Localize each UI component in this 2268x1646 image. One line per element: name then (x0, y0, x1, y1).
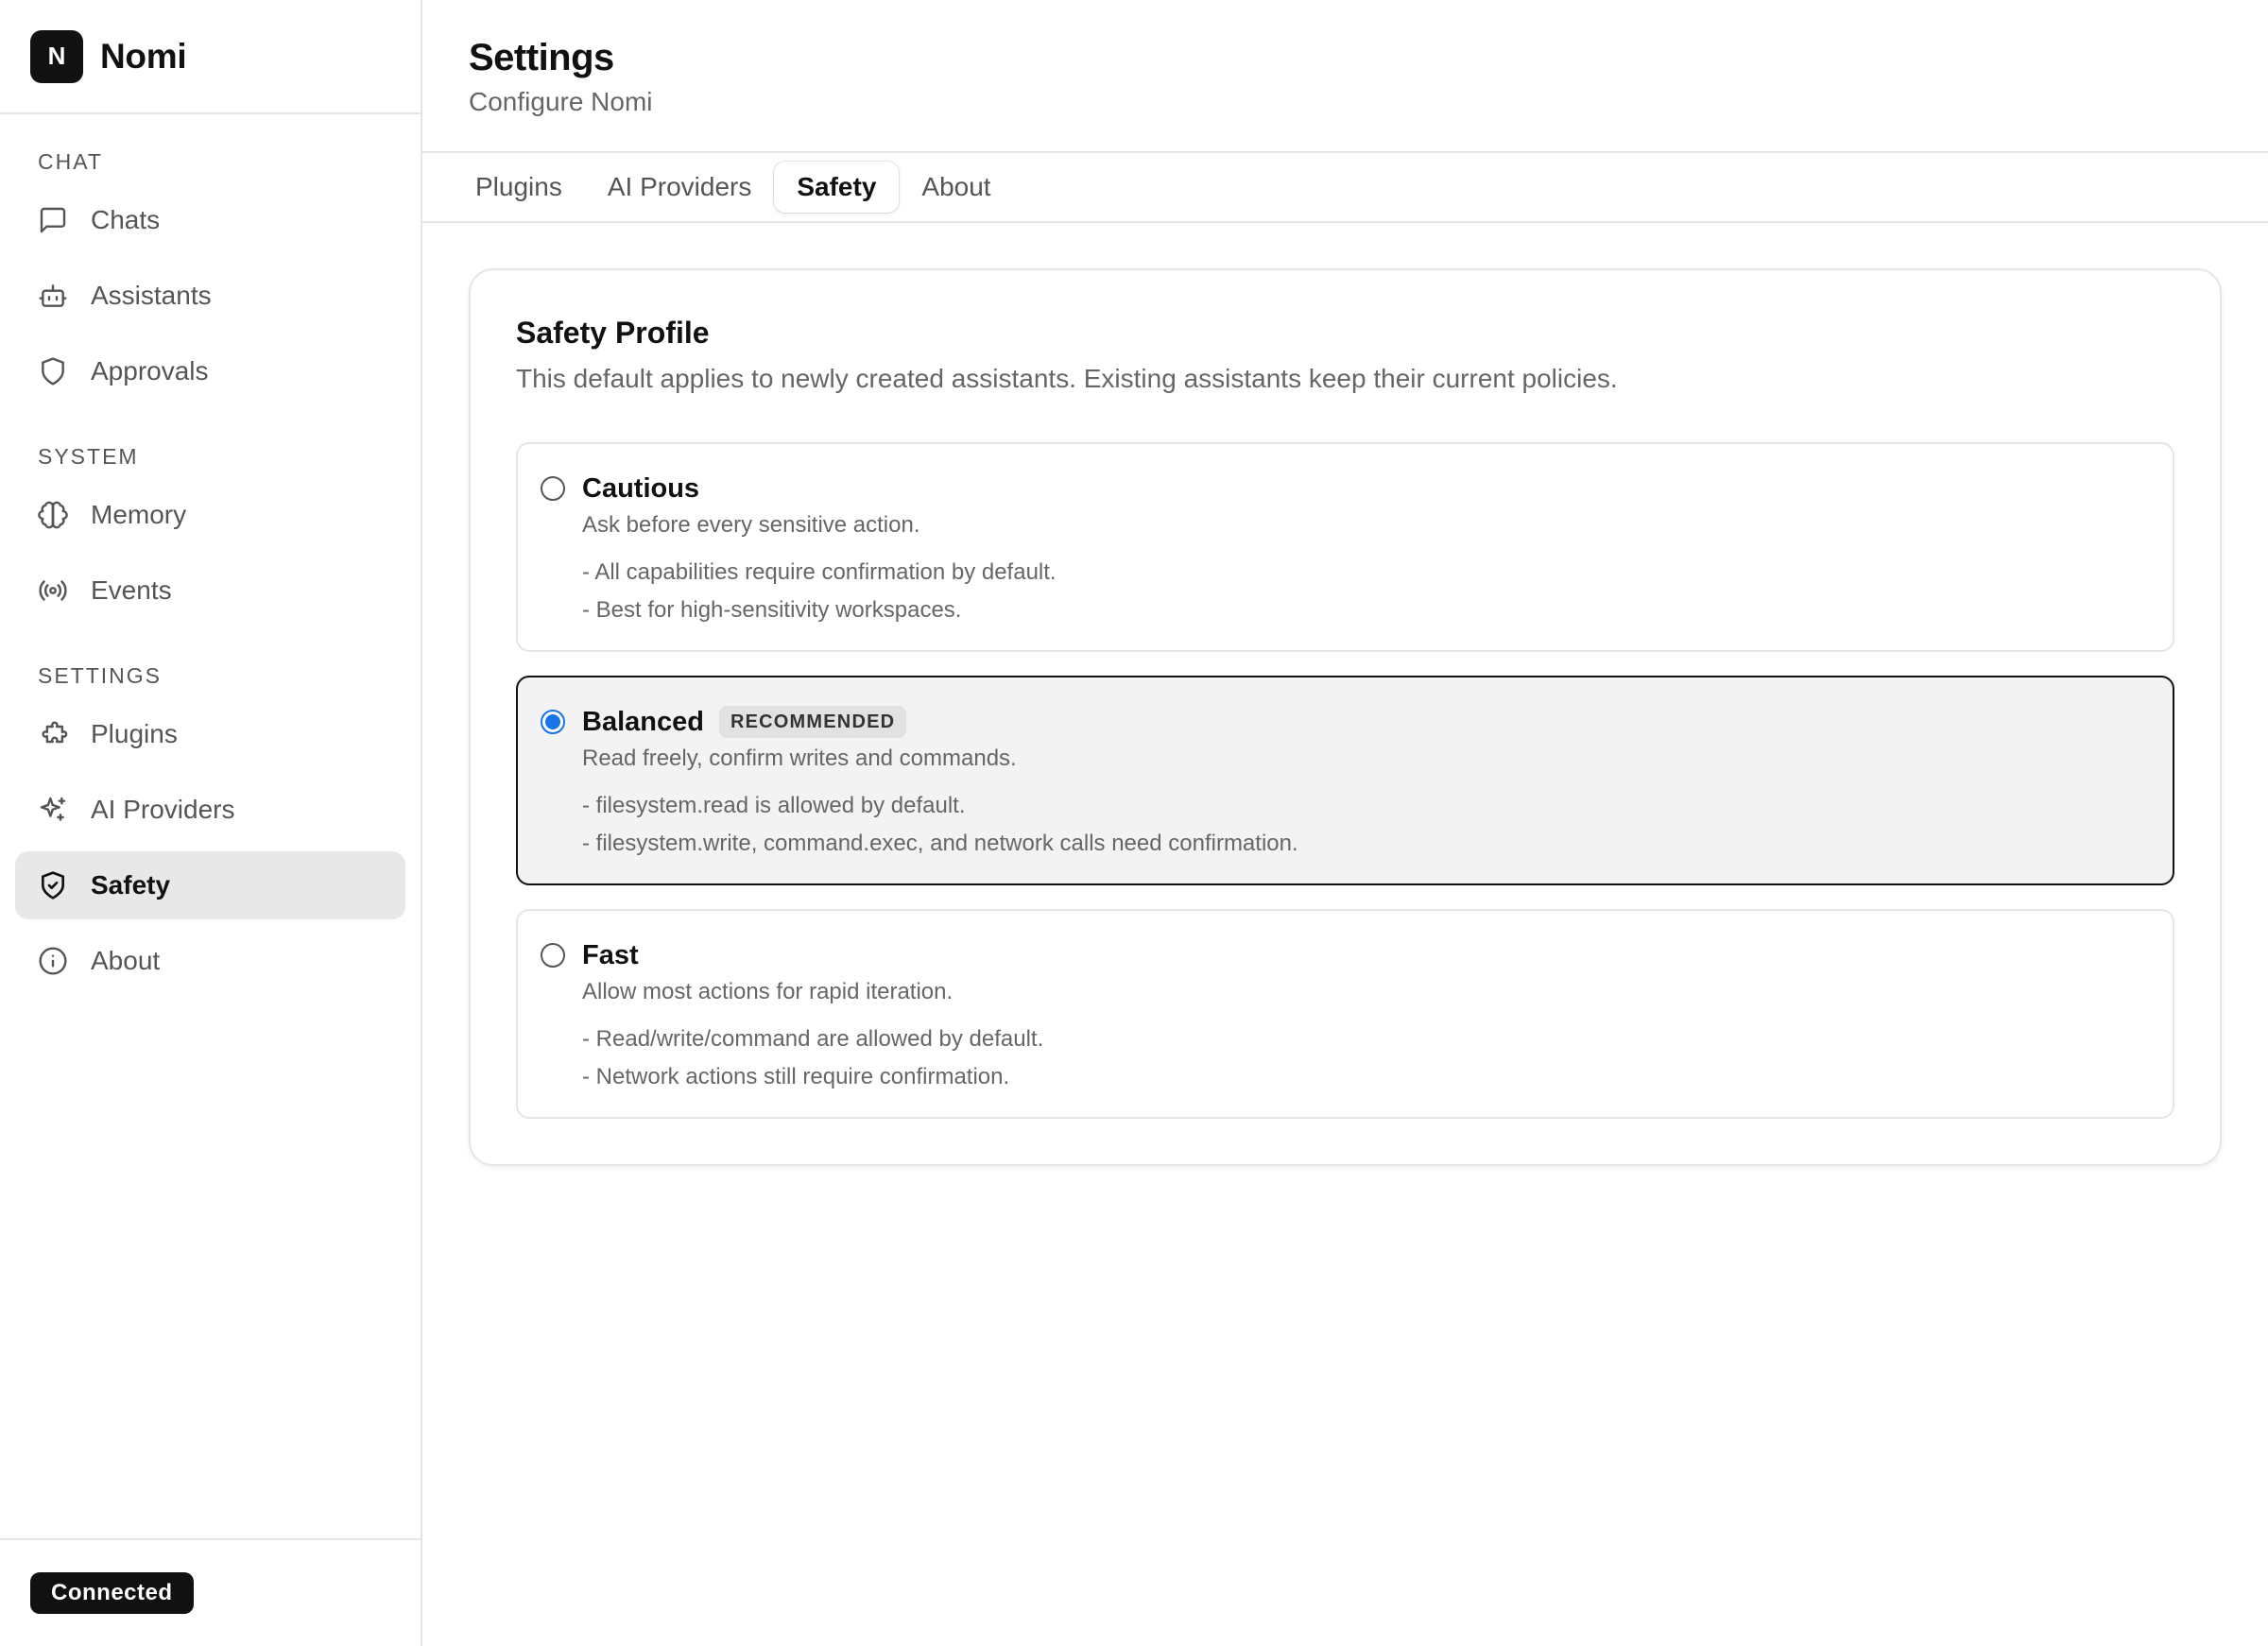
tab-about[interactable]: About (899, 162, 1013, 213)
sidebar-item-label: Memory (91, 500, 187, 529)
option-bullets: - All capabilities require confirmation … (582, 554, 1057, 629)
nav-section-label: SYSTEM (38, 444, 139, 469)
option-title: Fast (582, 939, 639, 970)
sidebar-footer: Connected (0, 1538, 421, 1646)
brand-logo: N (30, 29, 83, 83)
sidebar-item-label: Chats (91, 205, 161, 234)
page-header: Settings Configure Nomi (422, 0, 2268, 153)
option-bullet: - Network actions still require confirma… (582, 1064, 1010, 1089)
safety-option-cautious[interactable]: Cautious Ask before every sensitive actio… (516, 442, 2174, 652)
puzzle-icon (38, 719, 68, 749)
message-square-icon (38, 205, 68, 235)
connection-status-badge: Connected (30, 1572, 194, 1614)
option-bullet: - All capabilities require confirmation … (582, 559, 1057, 585)
option-subtitle: Ask before every sensitive action. (582, 512, 920, 538)
radio-icon (38, 575, 68, 606)
radio-button[interactable] (541, 476, 565, 501)
brain-icon (38, 500, 68, 530)
nav-section-chat: CHAT Chats Assistants Approvals (15, 145, 405, 405)
card-title: Safety Profile (516, 316, 710, 350)
sidebar-item-events[interactable]: Events (15, 557, 405, 625)
sidebar-item-label: Events (91, 575, 172, 605)
option-body: Cautious Ask before every sensitive actio… (582, 471, 1057, 629)
sidebar-item-label: About (91, 946, 161, 975)
content: Safety Profile This default applies to n… (422, 223, 2268, 1211)
option-bullet: - Best for high-sensitivity workspaces. (582, 597, 962, 623)
option-body: Fast Allow most actions for rapid iterati… (582, 937, 1043, 1096)
sidebar-item-label: Assistants (91, 281, 212, 310)
page-subtitle: Configure Nomi (469, 87, 653, 116)
option-bullets: - Read/write/command are allowed by defa… (582, 1020, 1043, 1096)
page-title: Settings (469, 37, 614, 78)
safety-option-fast[interactable]: Fast Allow most actions for rapid iterati… (516, 909, 2174, 1119)
info-icon (38, 946, 68, 976)
brand: N Nomi (0, 0, 421, 114)
option-head: Balanced RECOMMENDED (582, 704, 1298, 740)
sidebar-item-assistants[interactable]: Assistants (15, 262, 405, 330)
sidebar-item-plugins[interactable]: Plugins (15, 700, 405, 768)
option-subtitle: Allow most actions for rapid iteration. (582, 979, 954, 1004)
nav-section-system: SYSTEM Memory Events (15, 439, 405, 625)
sidebar-item-label: Plugins (91, 719, 178, 748)
sidebar-item-approvals[interactable]: Approvals (15, 337, 405, 405)
option-title: Cautious (582, 472, 700, 504)
option-bullet: - filesystem.read is allowed by default. (582, 793, 966, 818)
safety-profile-card: Safety Profile This default applies to n… (469, 268, 2222, 1166)
nav-section-settings: SETTINGS Plugins AI Providers Safety About (15, 659, 405, 995)
nav-section-label: SETTINGS (38, 663, 163, 688)
option-bullets: - filesystem.read is allowed by default.… (582, 787, 1298, 863)
sidebar-item-about[interactable]: About (15, 927, 405, 995)
settings-tabs: Plugins AI Providers Safety About (422, 153, 2268, 223)
sidebar-item-safety[interactable]: Safety (15, 851, 405, 919)
safety-option-balanced[interactable]: Balanced RECOMMENDED Read freely, confirm … (516, 676, 2174, 885)
brand-name: Nomi (100, 36, 187, 76)
safety-options: Cautious Ask before every sensitive actio… (516, 442, 2174, 1119)
option-head: Fast (582, 937, 1043, 973)
option-bullet: - Read/write/command are allowed by defa… (582, 1026, 1044, 1052)
sidebar: N Nomi CHAT Chats Assistants Approvals SYSTE… (0, 0, 422, 1646)
option-title: Balanced (582, 706, 704, 737)
radio-dot (545, 714, 560, 729)
tab-safety[interactable]: Safety (774, 162, 900, 213)
radio-button[interactable] (541, 710, 565, 734)
tab-plugins[interactable]: Plugins (453, 162, 585, 213)
shield-icon (38, 356, 68, 386)
sidebar-item-label: AI Providers (91, 795, 235, 824)
tab-ai-providers[interactable]: AI Providers (585, 162, 775, 213)
option-head: Cautious (582, 471, 1057, 506)
sparkles-icon (38, 795, 68, 825)
sidebar-item-memory[interactable]: Memory (15, 481, 405, 549)
option-bullet: - filesystem.write, command.exec, and ne… (582, 831, 1298, 856)
sidebar-item-ai-providers[interactable]: AI Providers (15, 776, 405, 844)
nav-section-label: CHAT (38, 149, 103, 174)
main-panel: Settings Configure Nomi Plugins AI Provid… (422, 0, 2268, 1646)
shield-check-icon (38, 870, 68, 900)
sidebar-item-chats[interactable]: Chats (15, 186, 405, 254)
sidebar-nav: CHAT Chats Assistants Approvals SYSTEM Memory… (0, 114, 421, 1646)
option-body: Balanced RECOMMENDED Read freely, confirm … (582, 704, 1298, 863)
sidebar-item-label: Safety (91, 870, 171, 900)
option-subtitle: Read freely, confirm writes and commands… (582, 746, 1017, 771)
bot-icon (38, 281, 68, 311)
radio-button[interactable] (541, 943, 565, 968)
card-description: This default applies to newly created as… (516, 364, 1618, 393)
recommended-badge: RECOMMENDED (718, 706, 907, 738)
sidebar-item-label: Approvals (91, 356, 209, 386)
